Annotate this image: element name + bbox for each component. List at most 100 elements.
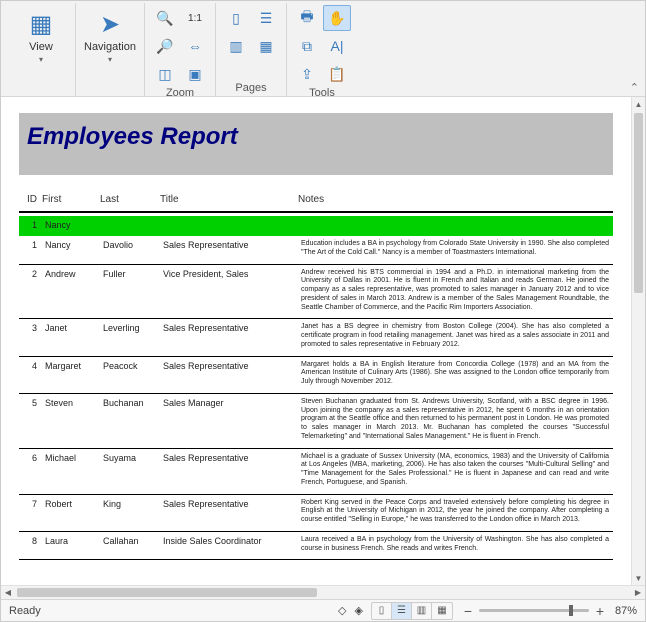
cell-notes: Andrew received his BTS commercial in 19… <box>297 264 613 319</box>
status-text: Ready <box>9 605 41 617</box>
table-row: 7RobertKingSales RepresentativeRobert Ki… <box>19 494 613 531</box>
page-facing-button[interactable]: ▥ <box>222 33 250 59</box>
fit-width-icon: ⇔ <box>188 38 202 54</box>
page-single-button[interactable]: ▯ <box>222 5 250 31</box>
cursor-icon: ➤ <box>100 10 120 39</box>
view-mode-continuous[interactable]: ☰ <box>392 603 412 619</box>
app-window: ▦ View ▾ ➤ Navigation ▾ 🔍 1:1 <box>0 0 646 622</box>
navigation-button-label: Navigation <box>84 41 136 53</box>
page-multi-button[interactable]: ▦ <box>252 33 280 59</box>
tool-copy-button[interactable]: ⧉ <box>293 33 321 59</box>
zoom-11-button[interactable]: 1:1 <box>181 5 209 31</box>
scroll-thumb[interactable] <box>634 113 643 293</box>
view-mode-facing[interactable]: ▥ <box>412 603 432 619</box>
page-continuous-button[interactable]: ☰ <box>252 5 280 31</box>
zoom-track[interactable] <box>479 609 589 612</box>
ribbon-group-navigation: ➤ Navigation ▾ <box>75 3 144 96</box>
tool-export-button[interactable]: ⇪ <box>293 61 321 87</box>
zoom-minus-button[interactable]: − <box>461 603 475 619</box>
scroll-up-button[interactable]: ▲ <box>632 97 646 111</box>
fit-page-icon: ▣ <box>188 66 201 83</box>
cell-first: Laura <box>41 531 99 560</box>
view-mode-single[interactable]: ▯ <box>372 603 392 619</box>
page-multi-icon: ▦ <box>259 38 272 55</box>
cell-last: Leverling <box>99 319 159 356</box>
cell-title: Sales Representative <box>159 448 297 494</box>
zoom-region-button[interactable]: ◫ <box>151 61 179 87</box>
cell-title: Sales Manager <box>159 393 297 448</box>
ribbon-collapse-button[interactable]: ⌃ <box>630 81 639 94</box>
view-mode-multi[interactable]: ▦ <box>432 603 452 619</box>
cell-last: Callahan <box>99 531 159 560</box>
table-row: 1NancyDavolioSales RepresentativeEducati… <box>19 236 613 264</box>
cell-first: Andrew <box>41 264 99 319</box>
report-title-band: Employees Report <box>19 113 613 175</box>
scroll-down-button[interactable]: ▼ <box>632 571 646 585</box>
cell-title: Sales Representative <box>159 494 297 531</box>
col-title: Title <box>159 193 297 212</box>
table-row: 2AndrewFullerVice President, SalesAndrew… <box>19 264 613 319</box>
cell-id: 4 <box>19 356 41 393</box>
cell-title: Sales Representative <box>159 356 297 393</box>
view-mode-switcher: ▯ ☰ ▥ ▦ <box>371 602 453 620</box>
cell-first: Nancy <box>41 236 99 264</box>
fit-width-button[interactable]: ⇔ <box>181 33 209 59</box>
group-label: Pages <box>235 82 266 94</box>
zoom-percent[interactable]: 87% <box>615 605 637 617</box>
table-row-highlight: 1Nancy <box>19 216 613 236</box>
page-facing-icon: ▥ <box>229 38 242 55</box>
scroll-track[interactable] <box>632 111 645 571</box>
col-notes: Notes <box>297 193 613 212</box>
view-icon: ▦ <box>30 10 53 39</box>
cell-first: Steven <box>41 393 99 448</box>
copy-icon: ⧉ <box>302 38 312 55</box>
vertical-scrollbar[interactable]: ▲ ▼ <box>631 97 645 585</box>
dropdown-arrow-icon: ▾ <box>39 55 43 64</box>
cell-first: Robert <box>41 494 99 531</box>
cell-notes: Michael is a graduate of Sussex Universi… <box>297 448 613 494</box>
fit-page-button[interactable]: ▣ <box>181 61 209 87</box>
tool-print-button[interactable]: 🖶 <box>293 5 321 31</box>
cell-id: 6 <box>19 448 41 494</box>
cell-id: 7 <box>19 494 41 531</box>
cell-first: Janet <box>41 319 99 356</box>
scroll-left-button[interactable]: ◀ <box>1 586 15 600</box>
report-viewport[interactable]: Employees Report ID First Last Title Not… <box>1 97 631 585</box>
table-row: 5StevenBuchananSales ManagerSteven Bucha… <box>19 393 613 448</box>
cell-notes: Steven Buchanan graduated from St. Andre… <box>297 393 613 448</box>
cell-last: Buchanan <box>99 393 159 448</box>
tool-paste-button[interactable]: 📋 <box>323 61 351 87</box>
horizontal-scrollbar[interactable]: ◀ ▶ <box>1 585 645 599</box>
cell-last: King <box>99 494 159 531</box>
cell-first: Michael <box>41 448 99 494</box>
zoom-in-icon: 🔍 <box>156 10 173 27</box>
cell-title: Inside Sales Coordinator <box>159 531 297 560</box>
cell-id: 5 <box>19 393 41 448</box>
export-icon: ⇪ <box>301 66 313 83</box>
cell-id: 2 <box>19 264 41 319</box>
table-row: 3JanetLeverlingSales RepresentativeJanet… <box>19 319 613 356</box>
dropdown-arrow-icon: ▾ <box>108 55 112 64</box>
scroll-thumb[interactable] <box>17 588 317 597</box>
tool-text-button[interactable]: A| <box>323 33 351 59</box>
zoom-knob[interactable] <box>569 605 573 616</box>
scroll-track[interactable] <box>15 586 631 599</box>
cell-first: Nancy <box>41 216 99 236</box>
navigation-button[interactable]: ➤ Navigation ▾ <box>82 5 138 73</box>
cell-notes: Janet has a BS degree in chemistry from … <box>297 319 613 356</box>
view-button[interactable]: ▦ View ▾ <box>13 5 69 73</box>
nav-prev-button[interactable]: ◇ <box>338 604 346 617</box>
nav-next-button[interactable]: ◈ <box>355 604 363 617</box>
zoom-plus-button[interactable]: + <box>593 603 607 619</box>
col-id: ID <box>19 193 41 212</box>
cell-last: Peacock <box>99 356 159 393</box>
zoom-out-button[interactable]: 🔎 <box>151 33 179 59</box>
ribbon-group-zoom: 🔍 1:1 🔎 ⇔ ◫ ▣ Zoom <box>144 3 215 96</box>
scroll-right-button[interactable]: ▶ <box>631 586 645 600</box>
hand-icon: ✋ <box>328 10 345 27</box>
table-row: 6MichaelSuyamaSales RepresentativeMichae… <box>19 448 613 494</box>
zoom-in-button[interactable]: 🔍 <box>151 5 179 31</box>
cell-title: Sales Representative <box>159 319 297 356</box>
marquee-icon: ◫ <box>158 66 171 83</box>
tool-hand-button[interactable]: ✋ <box>323 5 351 31</box>
